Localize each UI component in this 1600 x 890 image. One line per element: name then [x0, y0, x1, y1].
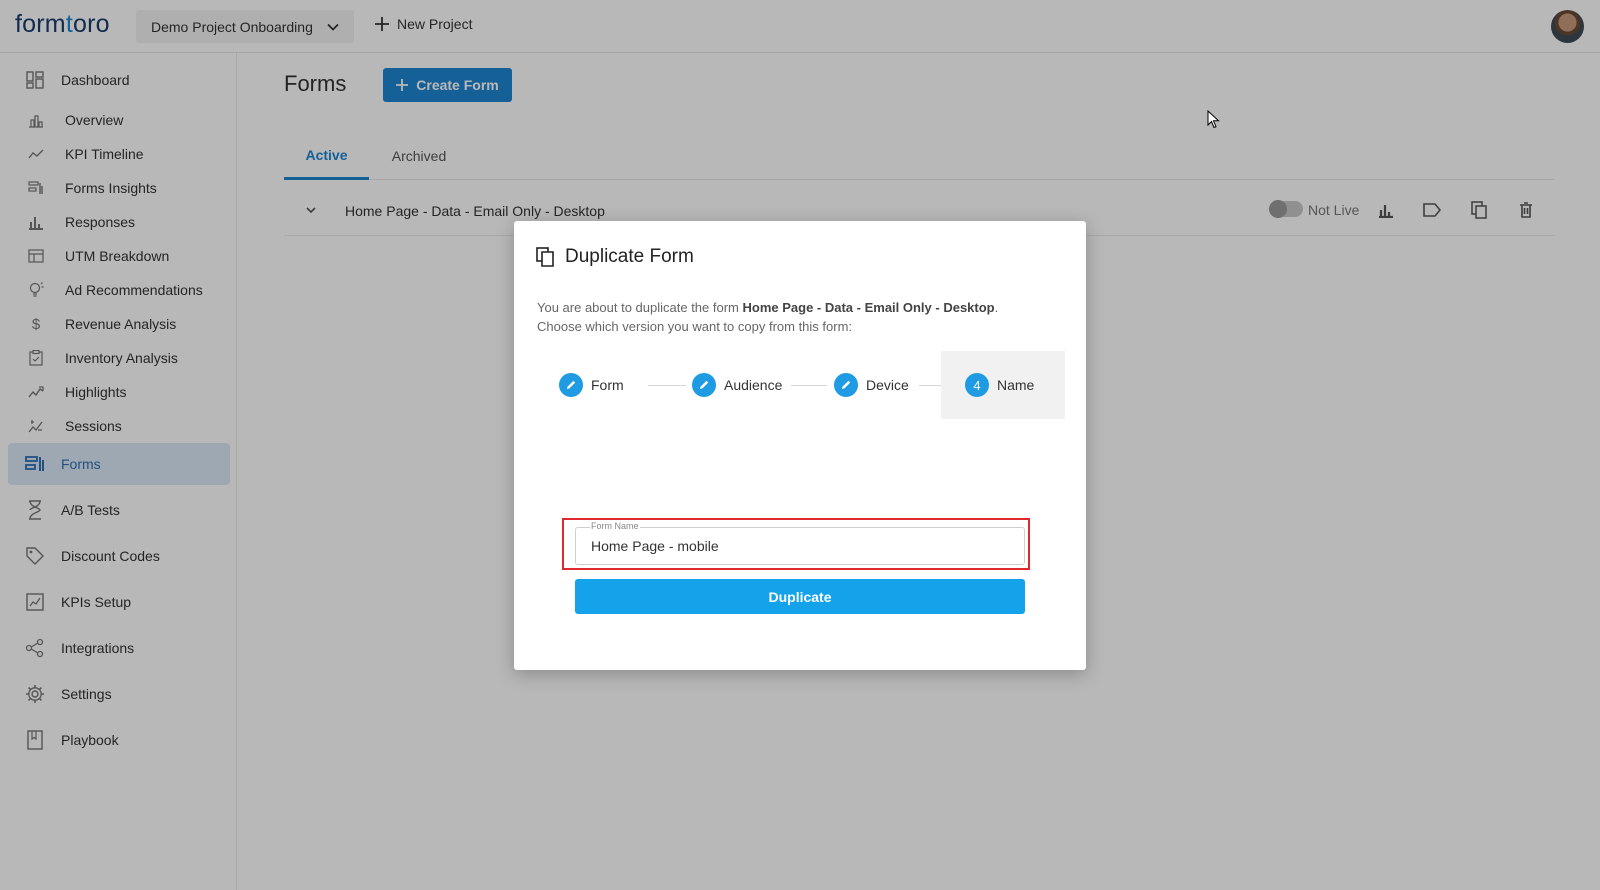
duplicate-form-dialog: Duplicate Form You are about to duplicat… — [514, 221, 1086, 670]
desc-line2: Choose which version you want to copy fr… — [537, 319, 853, 334]
stepper: Form Audience Device 4 Name — [537, 351, 1065, 419]
dialog-title: Duplicate Form — [536, 246, 694, 268]
step-connector — [648, 385, 686, 386]
step-audience[interactable]: Audience — [692, 351, 782, 419]
pencil-icon — [834, 373, 858, 397]
step-number: 4 — [965, 373, 989, 397]
step-label: Device — [866, 377, 909, 393]
step-form[interactable]: Form — [559, 351, 624, 419]
step-label: Form — [591, 377, 624, 393]
desc-prefix: You are about to duplicate the form — [537, 300, 743, 315]
step-label: Audience — [724, 377, 783, 393]
highlight-box — [562, 518, 1030, 570]
copy-icon — [536, 247, 554, 267]
dialog-title-text: Duplicate Form — [565, 246, 694, 267]
desc-suffix: . — [994, 300, 999, 315]
dialog-description: You are about to duplicate the form Home… — [537, 298, 1057, 336]
desc-form-name: Home Page - Data - Email Only - Desktop — [742, 300, 995, 315]
pencil-icon — [692, 373, 716, 397]
pencil-icon — [559, 373, 583, 397]
duplicate-button[interactable]: Duplicate — [575, 579, 1025, 614]
step-device[interactable]: Device — [834, 351, 909, 419]
step-label: Name — [997, 377, 1035, 393]
step-connector — [791, 385, 827, 386]
step-name[interactable]: 4 Name — [941, 351, 1065, 419]
mouse-cursor-icon — [1207, 110, 1220, 129]
